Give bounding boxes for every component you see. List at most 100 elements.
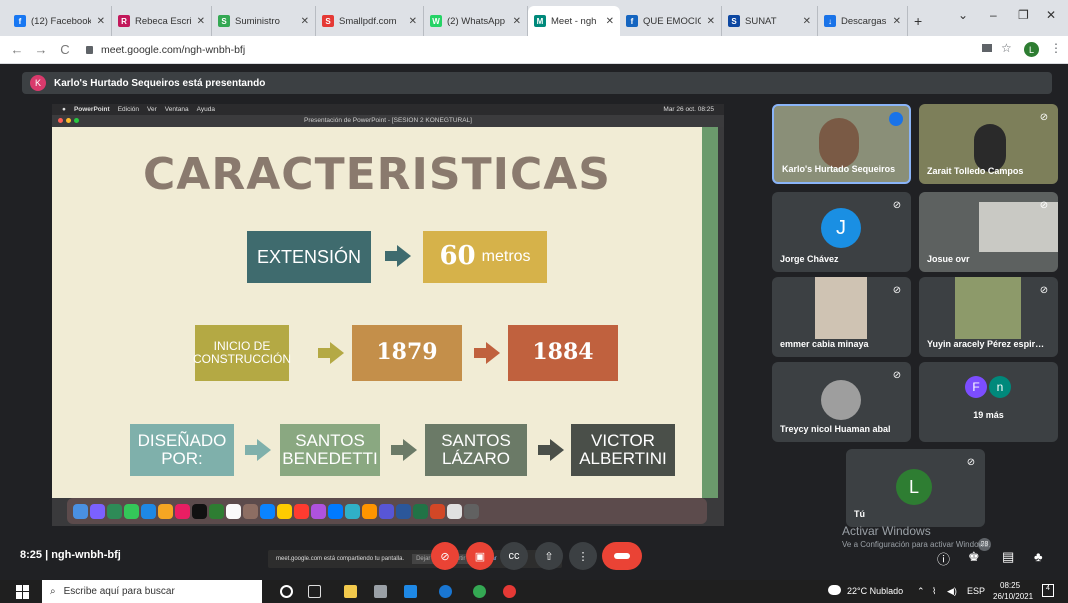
participant-tile[interactable]: J Jorge Chávez ⊘: [772, 192, 911, 272]
profile-avatar[interactable]: L: [1024, 42, 1039, 57]
browser-tab[interactable]: f QUE EMOCION ✕: [620, 6, 722, 36]
participant-tile[interactable]: Josue ovr ⊘: [919, 192, 1058, 272]
tab-label: Meet - ngh: [551, 15, 597, 27]
info-icon[interactable]: ⓘ: [937, 549, 950, 568]
close-window-button[interactable]: ✕: [1046, 8, 1056, 22]
photos-icon: [158, 503, 173, 519]
self-tile[interactable]: L Tú ⊘: [846, 449, 985, 527]
star-icon[interactable]: ☆: [1001, 41, 1012, 55]
tab-close-icon[interactable]: ✕: [97, 16, 105, 27]
tab-close-icon[interactable]: ✕: [893, 16, 901, 27]
participant-tile[interactable]: emmer cabia minaya ⊘: [772, 277, 911, 357]
cortana-icon[interactable]: [280, 585, 293, 598]
participant-name: Yuyin aracely Pérez espir…: [927, 339, 1045, 349]
reload-icon[interactable]: C: [58, 42, 72, 57]
browser-tab[interactable]: S Smallpdf.com ✕: [316, 6, 424, 36]
browser-tab[interactable]: S SUNAT ✕: [722, 6, 818, 36]
year-start-box: 1879: [352, 325, 462, 381]
tab-favicon-icon: W: [430, 15, 442, 27]
more-participants-label: 19 más: [973, 410, 1004, 420]
tab-close-icon[interactable]: ✕: [513, 16, 521, 27]
tab-close-icon[interactable]: ✕: [803, 16, 811, 27]
task-view-icon[interactable]: [308, 585, 321, 598]
shared-screen: ● PowerPoint Edición Ver Ventana Ayuda M…: [52, 104, 724, 568]
chat-icon[interactable]: ▤: [1002, 549, 1014, 565]
mic-toggle-button[interactable]: ⊘: [431, 542, 459, 570]
tab-close-icon[interactable]: ✕: [707, 16, 715, 27]
presenter-avatar: K: [30, 75, 46, 91]
participant-name: emmer cabia minaya: [780, 339, 869, 349]
camera-toggle-button[interactable]: ▣: [466, 542, 494, 570]
participant-tile[interactable]: Yuyin aracely Pérez espir… ⊘: [919, 277, 1058, 357]
browser-menu-icon[interactable]: ⋮: [1050, 41, 1062, 55]
tab-close-icon[interactable]: ✕: [301, 16, 309, 27]
slide-title: CARACTERISTICAS: [143, 149, 611, 200]
new-tab-button[interactable]: +: [908, 6, 928, 36]
store-icon[interactable]: [404, 585, 417, 598]
video-feed: [974, 124, 1006, 172]
menu-ver: Ver: [147, 106, 157, 113]
windows-start-icon[interactable]: [16, 584, 30, 599]
more-options-button[interactable]: ⋮: [569, 542, 597, 570]
notifications-icon[interactable]: 4: [1042, 584, 1054, 597]
browser-tab[interactable]: f (12) Facebook ✕: [8, 6, 112, 36]
more-participants-tile[interactable]: F n 19 más: [919, 362, 1058, 442]
browser-tab[interactable]: S Suministro ✕: [212, 6, 316, 36]
mic-off-icon: ⊘: [1039, 285, 1049, 296]
browser-tab[interactable]: ↓ Descargas ✕: [818, 6, 908, 36]
participant-tile[interactable]: Karlo's Hurtado Sequeiros: [772, 104, 911, 184]
end-call-button[interactable]: [602, 542, 642, 570]
participant-tile[interactable]: Treycy nicol Huaman abal ⊘: [772, 362, 911, 442]
chrome-icon: [107, 503, 122, 519]
url-field[interactable]: meet.google.com/ngh-wnbh-bfj: [86, 44, 245, 56]
participant-name: Karlo's Hurtado Sequeiros: [782, 164, 896, 174]
menu-powerpoint: PowerPoint: [73, 106, 110, 113]
edge-icon[interactable]: [439, 585, 452, 598]
opera-icon[interactable]: [503, 585, 516, 598]
taskbar-search[interactable]: ⌕ Escribe aquí para buscar: [42, 580, 262, 603]
pages-icon: [277, 503, 292, 519]
minimize-button[interactable]: –: [990, 8, 997, 22]
windows-taskbar: ⌕ Escribe aquí para buscar 22°C Nublado …: [0, 580, 1068, 603]
weather-text[interactable]: 22°C Nublado: [847, 586, 903, 596]
extension-value: 60: [439, 241, 476, 272]
traffic-lights: [58, 118, 79, 123]
clock-date[interactable]: 26/10/2021: [993, 592, 1033, 601]
browser-tab[interactable]: M Meet - ngh ✕: [528, 6, 620, 36]
tab-close-icon[interactable]: ✕: [606, 16, 614, 27]
tab-close-icon[interactable]: ✕: [197, 16, 205, 27]
captions-button[interactable]: cc: [500, 542, 528, 570]
tab-label: (12) Facebook: [31, 15, 91, 27]
camera-icon[interactable]: [982, 44, 992, 52]
slide: CARACTERISTICAS EXTENSIÓN 60 metros INIC…: [52, 127, 702, 498]
present-button[interactable]: ⇧: [535, 542, 563, 570]
volume-icon[interactable]: ◀): [947, 586, 957, 597]
tab-search-icon[interactable]: ⌄: [958, 8, 968, 22]
forward-arrow-icon[interactable]: →: [34, 42, 48, 57]
browser-tab[interactable]: W (2) WhatsApp ✕: [424, 6, 528, 36]
participant-tile[interactable]: Zarait Tolledo Campos ⊘: [919, 104, 1058, 184]
designer-1-box: SANTOS BENEDETTI: [280, 424, 380, 476]
clock-time[interactable]: 08:25: [1000, 581, 1020, 590]
maximize-button[interactable]: ❐: [1018, 8, 1029, 22]
url-text: meet.google.com/ngh-wnbh-bfj: [101, 43, 246, 56]
search-icon: ⌕: [50, 586, 56, 597]
back-arrow-icon[interactable]: ←: [10, 42, 24, 57]
browser-tab-bar: f (12) Facebook ✕ R Rebeca Escribe ✕ S Suminist…: [0, 0, 1068, 36]
calculator-icon[interactable]: [374, 585, 387, 598]
activities-icon[interactable]: ♣: [1034, 549, 1043, 564]
settings-icon: [379, 503, 394, 519]
designer-2-box: SANTOS LÁZARO: [425, 424, 527, 476]
chrome-taskbar-icon[interactable]: [473, 585, 486, 598]
browser-tab[interactable]: R Rebeca Escribe ✕: [112, 6, 212, 36]
language-indicator[interactable]: ESP: [967, 586, 985, 596]
search-placeholder: Escribe aquí para buscar: [63, 586, 175, 597]
minimize-dot-icon: [66, 118, 71, 123]
network-icon[interactable]: ⌇: [932, 586, 936, 597]
window-title: Presentación de PowerPoint - [SESION 2 K…: [52, 115, 724, 127]
file-explorer-icon[interactable]: [344, 585, 357, 598]
slide-side-bar: [702, 127, 718, 498]
tray-chevron-icon[interactable]: ⌃: [917, 586, 925, 597]
tab-close-icon[interactable]: ✕: [409, 16, 417, 27]
people-icon[interactable]: ♚: [968, 549, 980, 565]
